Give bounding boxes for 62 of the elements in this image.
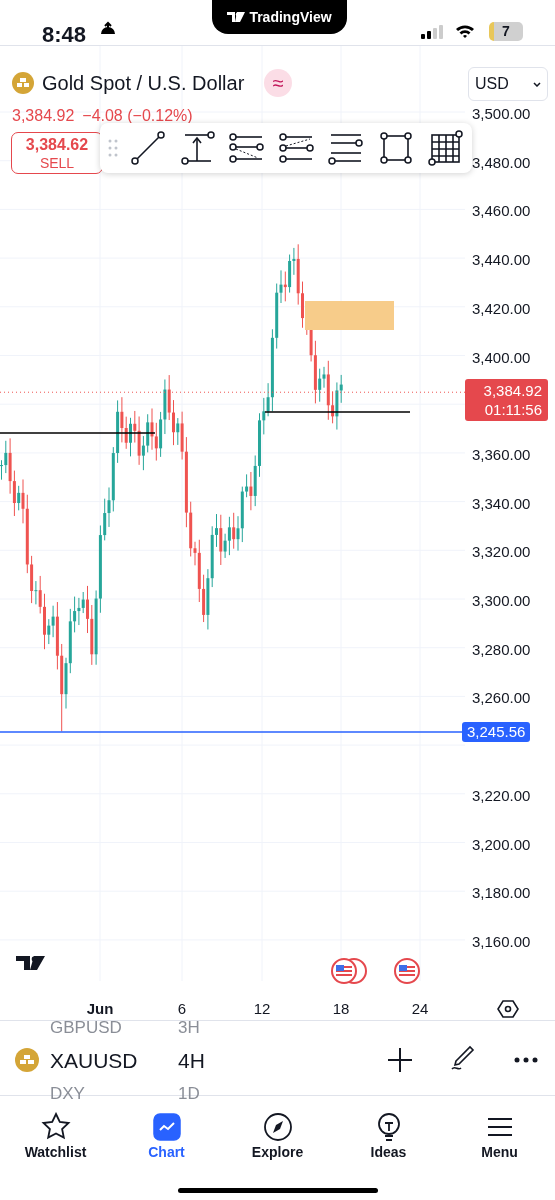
settings-icon[interactable] [497, 1000, 519, 1018]
symbol-selector[interactable]: XAUUSD [50, 1045, 138, 1077]
chevron-down-icon [533, 81, 541, 87]
price-change: −4.08 (−0.12%) [82, 106, 193, 126]
price-label: 3,420.00 [472, 298, 531, 319]
sell-button[interactable]: 3,384.62 SELL [11, 132, 103, 174]
price-label: 3,400.00 [472, 347, 531, 368]
tradingview-logo-icon [16, 956, 46, 970]
tab-bar-item[interactable]: Explore [222, 1096, 333, 1170]
pen-icon[interactable] [450, 1043, 476, 1071]
ingot-icon [15, 1048, 39, 1072]
battery-level: 7 [502, 22, 510, 41]
wifi-icon [455, 23, 475, 39]
signal-icon [421, 25, 443, 39]
app-name: TradingView [249, 7, 332, 27]
price-label: 3,440.00 [472, 250, 531, 271]
tab-bar-item[interactable]: Menu [444, 1096, 555, 1170]
plus-icon[interactable] [388, 1048, 412, 1072]
price-label: 3,280.00 [472, 639, 531, 660]
price-label: 3,360.00 [472, 444, 531, 465]
interval-label: 1D [178, 1083, 200, 1105]
grid-icon[interactable] [425, 129, 464, 167]
price-label: 3,300.00 [472, 591, 531, 611]
more-icon[interactable] [514, 1057, 538, 1063]
chart-icon [151, 1111, 182, 1142]
date-label: Jun [86, 999, 114, 1019]
bar-countdown: 01:11:56 [483, 400, 542, 419]
last-quote: 3,384.92 [12, 106, 75, 126]
price-label: 3,500.00 [472, 104, 531, 124]
date-label: 6 [177, 999, 187, 1019]
stacked-flag-events-icon[interactable] [330, 957, 368, 985]
tab-bar-item[interactable]: Ideas [333, 1096, 444, 1170]
symbol-title: Gold Spot / U.S. Dollar [42, 71, 245, 96]
drag-handle-icon[interactable] [108, 139, 118, 157]
date-label: 18 [332, 999, 350, 1019]
symbol-label: DXY [50, 1083, 85, 1105]
price-label: 3,200.00 [472, 834, 531, 855]
symbol-label: GBPUSD [50, 1017, 122, 1039]
interval-label: 3H [178, 1017, 200, 1039]
ingot-icon [12, 72, 34, 94]
price-label: 3,320.00 [472, 542, 531, 563]
us-flag-event-icon[interactable] [393, 957, 421, 985]
interval-selector[interactable]: 4H [178, 1045, 205, 1077]
measure-icon[interactable] [178, 129, 217, 167]
price-label: 3,260.00 [472, 688, 531, 709]
currency-select[interactable]: USD [468, 67, 548, 101]
market-status-badge: ≈ [264, 69, 293, 97]
price-label: 3,180.00 [472, 883, 531, 904]
clock-time: 8:48 [42, 21, 87, 49]
price-label: 3,220.00 [472, 785, 531, 806]
tradingview-logo-icon [227, 11, 246, 23]
price-label: 3,340.00 [472, 493, 531, 514]
star-icon [40, 1111, 71, 1142]
date-label: 12 [253, 999, 271, 1019]
date-label: 24 [411, 999, 429, 1019]
last-price: 3,384.92 [482, 381, 542, 400]
line-price-tag: 3,245.56 [462, 722, 531, 742]
trend-line-icon[interactable] [129, 129, 168, 167]
compass-icon [262, 1111, 293, 1142]
price-label: 3,460.00 [472, 201, 531, 222]
price-label: 3,480.00 [472, 152, 531, 173]
price-label: 3,160.00 [472, 931, 531, 952]
